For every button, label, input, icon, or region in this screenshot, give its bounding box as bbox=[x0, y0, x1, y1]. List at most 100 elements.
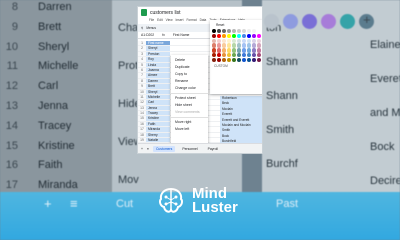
table-cell[interactable]: Michelle bbox=[146, 94, 170, 100]
color-swatch[interactable] bbox=[236, 43, 242, 48]
color-swatch[interactable] bbox=[231, 48, 237, 53]
color-swatch[interactable] bbox=[241, 48, 247, 53]
sheet-tab[interactable]: Personnel bbox=[179, 146, 200, 152]
color-swatch[interactable] bbox=[236, 48, 242, 53]
color-swatch[interactable] bbox=[241, 43, 247, 48]
custom-color-label[interactable]: CUSTOM bbox=[212, 63, 262, 69]
color-swatch[interactable] bbox=[226, 33, 232, 39]
table-cell[interactable]: Aimee bbox=[146, 73, 170, 78]
color-swatch[interactable] bbox=[256, 48, 262, 53]
color-swatch[interactable] bbox=[256, 43, 262, 48]
row-number[interactable]: 9 bbox=[138, 84, 146, 89]
table-cell[interactable]: Carl bbox=[146, 100, 170, 105]
row-number[interactable]: 1 bbox=[138, 41, 146, 46]
color-swatch[interactable] bbox=[212, 43, 217, 48]
color-swatch[interactable] bbox=[251, 48, 257, 53]
row-number[interactable]: 16 bbox=[138, 121, 146, 127]
color-swatch[interactable] bbox=[212, 52, 217, 58]
row-number[interactable]: 17 bbox=[138, 127, 146, 132]
color-swatch[interactable] bbox=[241, 33, 247, 39]
row-number[interactable]: 7 bbox=[138, 73, 146, 78]
row-number[interactable]: 8 bbox=[138, 78, 146, 84]
table-cell[interactable]: Brett bbox=[146, 84, 170, 89]
color-swatch[interactable] bbox=[216, 43, 222, 48]
color-swatch[interactable] bbox=[251, 29, 257, 34]
row-number[interactable]: 5 bbox=[138, 62, 146, 67]
row-number[interactable]: 12 bbox=[138, 100, 146, 105]
table-cell[interactable]: Sheryl bbox=[146, 46, 170, 51]
color-swatch[interactable] bbox=[246, 52, 252, 58]
color-swatch[interactable] bbox=[241, 38, 247, 43]
color-swatch[interactable] bbox=[246, 33, 252, 39]
color-swatch[interactable] bbox=[231, 52, 237, 58]
menus-button[interactable]: Menus bbox=[146, 26, 156, 30]
color-swatch[interactable] bbox=[246, 43, 252, 48]
context-menu-item[interactable]: Copy to bbox=[171, 71, 208, 78]
row-number[interactable]: 2 bbox=[138, 46, 146, 51]
color-swatch[interactable] bbox=[221, 43, 227, 48]
row-number[interactable]: 15 bbox=[138, 116, 146, 121]
color-swatch[interactable] bbox=[246, 57, 252, 63]
color-swatch[interactable] bbox=[256, 38, 262, 43]
color-swatch[interactable] bbox=[256, 57, 262, 63]
color-swatch[interactable] bbox=[236, 38, 242, 43]
color-swatch[interactable] bbox=[212, 48, 217, 53]
table-cell[interactable]: Linda bbox=[146, 62, 170, 67]
color-swatch[interactable] bbox=[246, 29, 252, 34]
color-swatch[interactable] bbox=[251, 38, 257, 43]
sheet-tab[interactable]: Payroll bbox=[205, 146, 221, 152]
context-menu-item[interactable]: Move right bbox=[171, 119, 208, 126]
table-cell[interactable]: Jenna bbox=[146, 105, 170, 111]
color-swatch[interactable] bbox=[256, 52, 262, 58]
color-swatch[interactable] bbox=[241, 29, 247, 34]
color-swatch[interactable] bbox=[216, 29, 222, 34]
color-swatch[interactable] bbox=[226, 52, 232, 58]
table-cell[interactable]: Faith bbox=[146, 121, 170, 127]
color-swatch[interactable] bbox=[236, 57, 242, 63]
color-swatch[interactable] bbox=[216, 38, 222, 43]
color-swatch[interactable] bbox=[231, 43, 237, 48]
row-number[interactable]: 13 bbox=[138, 105, 146, 111]
color-swatch[interactable] bbox=[226, 29, 232, 34]
color-swatch[interactable] bbox=[236, 33, 242, 39]
color-swatch[interactable] bbox=[251, 43, 257, 48]
color-swatch[interactable] bbox=[236, 52, 242, 58]
color-swatch[interactable] bbox=[246, 48, 252, 53]
table-cell[interactable]: Tracey bbox=[146, 111, 170, 116]
table-cell[interactable]: First name bbox=[146, 41, 170, 46]
color-swatch[interactable] bbox=[251, 57, 257, 63]
color-swatch[interactable] bbox=[221, 29, 227, 34]
color-swatch[interactable] bbox=[231, 57, 237, 63]
color-swatch[interactable] bbox=[216, 48, 222, 53]
color-swatch[interactable] bbox=[221, 52, 227, 58]
reset-color-button[interactable]: Reset bbox=[212, 22, 262, 28]
color-swatch[interactable] bbox=[216, 33, 222, 39]
formula-value[interactable]: First Name bbox=[173, 33, 190, 37]
color-swatch[interactable] bbox=[212, 57, 217, 63]
context-menu-item[interactable]: Move left bbox=[171, 126, 208, 133]
document-title[interactable]: customers list bbox=[150, 10, 181, 16]
menu-item[interactable]: Insert bbox=[176, 18, 184, 24]
color-swatch[interactable] bbox=[226, 48, 232, 53]
color-swatch[interactable] bbox=[212, 29, 217, 34]
table-cell[interactable]: Sheryl bbox=[146, 89, 170, 94]
context-menu-item[interactable]: Duplicate bbox=[171, 64, 208, 71]
row-number[interactable]: 10 bbox=[138, 89, 146, 94]
color-swatch[interactable] bbox=[226, 57, 232, 63]
menu-item[interactable]: File bbox=[149, 18, 154, 24]
row-number[interactable]: 6 bbox=[138, 67, 146, 73]
color-swatch[interactable] bbox=[212, 38, 217, 43]
table-cell[interactable]: Roy bbox=[146, 57, 170, 62]
menu-item[interactable]: View bbox=[166, 18, 173, 24]
color-swatch[interactable] bbox=[226, 43, 232, 48]
color-swatch[interactable] bbox=[231, 33, 237, 39]
color-swatch[interactable] bbox=[241, 52, 247, 58]
table-cell[interactable]: Natalie bbox=[146, 138, 170, 143]
context-menu-item[interactable]: Protect sheet bbox=[171, 95, 208, 102]
color-swatch[interactable] bbox=[212, 33, 217, 39]
color-swatch[interactable] bbox=[256, 33, 262, 39]
add-sheet-icon[interactable]: + bbox=[141, 147, 143, 151]
all-sheets-icon[interactable]: ≡ bbox=[147, 147, 149, 151]
menu-item[interactable]: Edit bbox=[157, 18, 163, 24]
row-number[interactable]: 3 bbox=[138, 51, 146, 57]
